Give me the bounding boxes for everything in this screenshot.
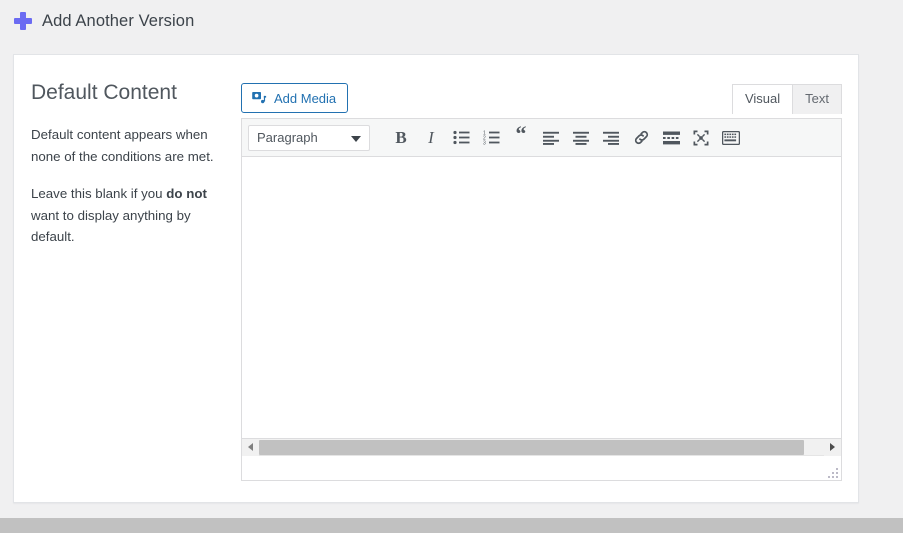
italic-icon[interactable]: I — [416, 125, 446, 151]
add-media-button[interactable]: Add Media — [241, 83, 349, 113]
description-paragraph-2: Leave this blank if you do not want to d… — [31, 183, 229, 248]
format-select-wrapper: Paragraph — [248, 124, 386, 151]
bulleted-list-icon[interactable] — [446, 125, 476, 151]
info-column: Default Content Default content appears … — [31, 79, 241, 481]
add-another-version-row[interactable]: Add Another Version — [0, 0, 903, 42]
blockquote-icon[interactable]: “ — [506, 123, 536, 151]
toolbar-toggle-icon[interactable] — [716, 125, 746, 151]
editor-status-bar — [242, 456, 841, 480]
bold-icon[interactable]: B — [386, 125, 416, 151]
editor-topbar: Add Media Visual Text — [241, 79, 842, 114]
numbered-list-icon[interactable]: 1 2 3 — [476, 125, 506, 151]
read-more-icon[interactable] — [656, 125, 686, 151]
editor-toolbar: Paragraph B I 1 2 3 “ — [242, 119, 841, 157]
page-horizontal-scrollbar[interactable] — [0, 518, 903, 533]
page-title: Default Content — [31, 81, 177, 104]
scroll-left-arrow-icon[interactable] — [242, 438, 259, 456]
tab-text[interactable]: Text — [793, 83, 842, 114]
fullscreen-icon[interactable] — [686, 125, 716, 151]
editor-horizontal-scrollbar[interactable] — [242, 438, 841, 456]
panel-inner: Default Content Default content appears … — [14, 55, 858, 481]
editor-content-area[interactable] — [242, 157, 841, 439]
editor-column: Add Media Visual Text Paragraph B I 1 2 … — [241, 79, 842, 481]
add-another-version-label: Add Another Version — [42, 11, 195, 30]
add-media-icon — [252, 92, 267, 104]
editor-mode-tabs: Visual Text — [731, 83, 842, 114]
link-icon[interactable] — [626, 125, 656, 151]
description-paragraph-2-after: want to display anything by default. — [31, 207, 191, 245]
align-left-icon[interactable] — [536, 125, 566, 151]
description-paragraph-2-before: Leave this blank if you — [31, 186, 167, 202]
add-media-label: Add Media — [274, 90, 337, 106]
description-paragraph-2-bold: do not — [166, 186, 207, 202]
align-right-icon[interactable] — [596, 125, 626, 151]
tab-visual[interactable]: Visual — [731, 83, 794, 114]
default-content-panel: Default Content Default content appears … — [13, 54, 859, 503]
scroll-thumb[interactable] — [259, 439, 805, 455]
scroll-right-arrow-icon[interactable] — [824, 438, 841, 456]
description-paragraph-1: Default content appears when none of the… — [31, 127, 214, 164]
scroll-track[interactable] — [259, 439, 824, 455]
resize-grip-icon[interactable] — [824, 464, 838, 478]
svg-text:3: 3 — [483, 140, 486, 145]
align-center-icon[interactable] — [566, 125, 596, 151]
paragraph-format-select[interactable]: Paragraph — [248, 124, 370, 151]
plus-icon — [14, 12, 32, 30]
editor-frame: Paragraph B I 1 2 3 “ — [241, 118, 842, 481]
